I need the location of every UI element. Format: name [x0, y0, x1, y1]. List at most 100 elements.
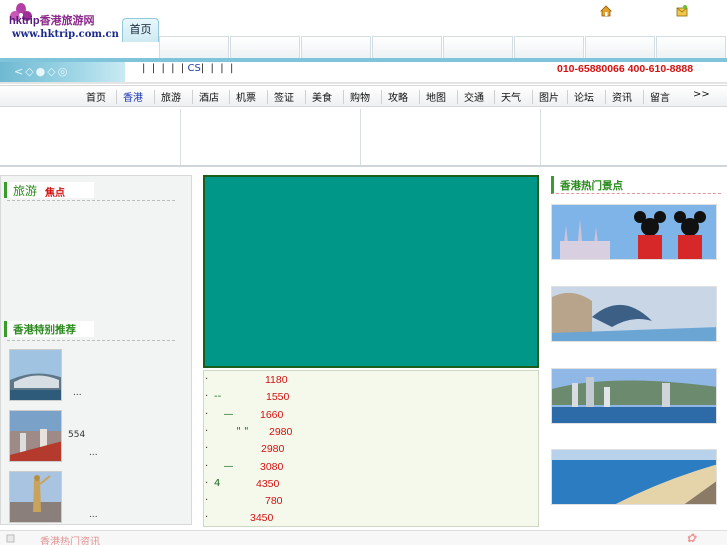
price-row[interactable]: · 3450 [204, 512, 540, 529]
row-bullet: · [205, 477, 209, 489]
favorite-icon[interactable] [675, 4, 689, 18]
nav-item[interactable]: 攻略 [388, 89, 408, 104]
recommend-header: 香港特别推荐 [4, 321, 94, 337]
recommend-thumb[interactable] [9, 471, 62, 523]
focus-subtitle: 焦点 [45, 188, 65, 199]
banner-slot[interactable] [181, 109, 361, 165]
row-bullet: · [205, 495, 209, 507]
nav-item[interactable]: 签证 [274, 89, 294, 104]
tab-home[interactable]: 首页 [122, 18, 159, 42]
nav-more[interactable]: >> [693, 89, 710, 100]
recommend-thumb[interactable] [9, 410, 62, 462]
nav-item[interactable]: 留言 [650, 89, 670, 104]
nav-item[interactable]: 购物 [350, 89, 370, 104]
nav-separator [343, 90, 344, 104]
site-logo[interactable]: hktrip香港旅游网 www.hktrip.com.cn [0, 0, 119, 44]
tour-name[interactable]: — [214, 409, 234, 420]
tour-price-list: · 1180 · -- 1550 · — 1660 · " " 2980 · 2980 · — 3080… [203, 370, 539, 527]
spot-ocean-park[interactable] [551, 286, 717, 342]
focus-title: 旅游 [13, 184, 38, 198]
price-row[interactable]: · -- 1550 [204, 391, 540, 408]
price-row[interactable]: · 4 4350 [204, 478, 540, 495]
row-bullet: · [205, 408, 209, 420]
nav-separator [154, 90, 155, 104]
top-tab[interactable] [514, 36, 584, 58]
main-nav: 首页 香港 旅游 酒店 机票 签证 美食 购物 攻略 地图 交通 天气 图片 论坛 资讯 留言 >> [0, 85, 727, 107]
quick-links-left[interactable]: | | | | | [142, 63, 184, 74]
top-tab[interactable] [656, 36, 726, 58]
price-row[interactable]: · — 3080 [204, 461, 540, 478]
price-row[interactable]: · 1180 [204, 374, 540, 391]
quick-links-right[interactable]: | | | | [201, 63, 234, 74]
price-row[interactable]: · " " 2980 [204, 426, 540, 443]
top-tab[interactable] [372, 36, 442, 58]
quick-links[interactable]: | | | | | CS| | | | [142, 63, 233, 77]
spot-disneyland[interactable] [551, 204, 717, 260]
nav-separator [419, 90, 420, 104]
tour-name[interactable]: 4 [214, 478, 220, 489]
top-tab[interactable] [443, 36, 513, 58]
nav-separator [305, 90, 306, 104]
recommend-title: 香港特别推荐 [13, 324, 76, 336]
nav-separator [532, 90, 533, 104]
banner-slot[interactable] [0, 109, 181, 165]
recommend-text[interactable]: ... [89, 510, 98, 520]
nav-item[interactable]: 香港 [123, 89, 143, 104]
tour-price: 3080 [260, 460, 284, 473]
hot-spots-title: 香港热门景点 [560, 180, 623, 192]
price-row[interactable]: · 780 [204, 495, 540, 512]
recommend-thumb[interactable] [9, 349, 62, 401]
nav-item[interactable]: 交通 [464, 89, 484, 104]
nav-item[interactable]: 旅游 [161, 89, 181, 104]
hotline-phone: 010-65880066 400-610-8888 [557, 63, 694, 75]
recommend-text[interactable]: ... [73, 388, 82, 398]
focus-slideshow[interactable] [203, 175, 539, 368]
row-bullet: · [205, 460, 209, 472]
tour-price: 1550 [266, 391, 290, 404]
top-tab[interactable] [230, 36, 300, 58]
tour-price: 3450 [250, 512, 274, 525]
nav-item[interactable]: 天气 [501, 89, 521, 104]
spot-repulse-bay[interactable] [551, 449, 717, 505]
nav-item[interactable]: 地图 [426, 89, 446, 104]
nav-item[interactable]: 论坛 [574, 89, 594, 104]
row-bullet: · [205, 443, 209, 455]
tour-price: 2980 [261, 443, 285, 456]
row-bullet: · [205, 391, 209, 403]
nav-item[interactable]: 酒店 [199, 89, 219, 104]
tour-name[interactable]: -- [214, 391, 221, 402]
banner-slot[interactable] [361, 109, 541, 165]
hot-spots-header: 香港热门景点 [551, 176, 721, 194]
tour-price: 2980 [269, 425, 293, 438]
nav-separator [267, 90, 268, 104]
nav-item[interactable]: 首页 [86, 89, 106, 104]
footer-section-title[interactable]: 香港热门资讯 [40, 533, 100, 545]
top-tab-row [159, 36, 727, 58]
nav-item[interactable]: 机票 [236, 89, 256, 104]
nav-separator [457, 90, 458, 104]
price-row[interactable]: · 2980 [204, 443, 540, 460]
nav-item[interactable]: 图片 [539, 89, 559, 104]
nav-item[interactable]: 资讯 [612, 89, 632, 104]
top-tab[interactable] [585, 36, 655, 58]
spot-victoria-harbour[interactable] [551, 368, 717, 424]
nav-separator [567, 90, 568, 104]
banner-slot[interactable] [541, 109, 727, 165]
nav-separator [229, 90, 230, 104]
top-tab[interactable] [159, 36, 229, 58]
divider [7, 200, 175, 201]
focus-header: 旅游 焦点 [4, 182, 94, 199]
nav-separator [643, 90, 644, 104]
nav-item[interactable]: 美食 [312, 89, 332, 104]
footer-strip [0, 530, 727, 545]
price-row[interactable]: · — 1660 [204, 409, 540, 426]
home-icon[interactable] [599, 4, 613, 18]
tour-name[interactable]: " " [214, 426, 248, 437]
tour-price: 1660 [260, 408, 284, 421]
quick-link-cs[interactable]: CS [187, 63, 200, 74]
tour-name[interactable]: — [214, 461, 234, 472]
row-bullet: · [205, 374, 209, 385]
top-tab[interactable] [301, 36, 371, 58]
tour-price: 780 [265, 495, 283, 508]
recommend-text[interactable]: ... [89, 448, 98, 458]
